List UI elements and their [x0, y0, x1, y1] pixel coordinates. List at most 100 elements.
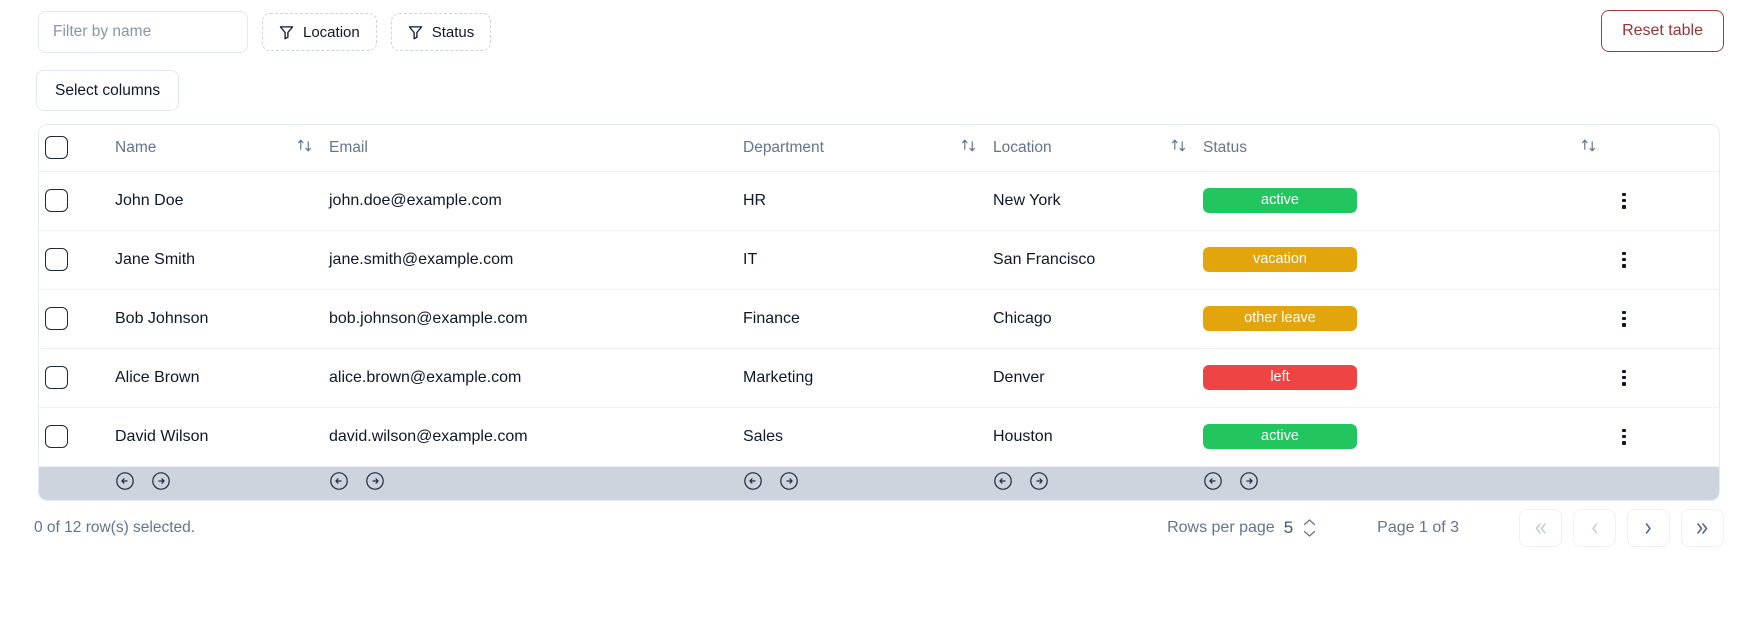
- reset-table-button[interactable]: Reset table: [1601, 10, 1724, 52]
- cell-text: Alice Brown: [115, 369, 329, 387]
- table-row: Alice Brownalice.brown@example.comMarket…: [39, 348, 1720, 407]
- move-right-icon[interactable]: [365, 471, 385, 496]
- cell-department: Marketing: [743, 348, 993, 407]
- row-actions-menu-icon[interactable]: [1613, 367, 1635, 389]
- cell-text: Sales: [743, 428, 993, 446]
- column-header-label: Department: [743, 139, 824, 157]
- row-checkbox[interactable]: [45, 189, 68, 212]
- cell-location: San Francisco: [993, 230, 1203, 289]
- row-select-cell: [39, 348, 115, 407]
- data-table-page: Location Status Reset table Select colum…: [0, 0, 1758, 632]
- cell-name: Bob Johnson: [115, 289, 329, 348]
- last-page-button[interactable]: [1681, 509, 1724, 547]
- column-header-location[interactable]: Location: [993, 125, 1203, 171]
- row-checkbox[interactable]: [45, 307, 68, 330]
- cell-text: Jane Smith: [115, 251, 329, 269]
- chevron-down-icon: [1302, 529, 1317, 538]
- cell-status: other leave: [1203, 289, 1613, 348]
- select-all-checkbox[interactable]: [45, 136, 68, 159]
- status-badge: other leave: [1203, 306, 1357, 331]
- double-chevron-right-icon: [1694, 520, 1711, 537]
- column-reorder-strip: [39, 466, 1720, 500]
- cell-text: john.doe@example.com: [329, 192, 743, 210]
- row-actions-menu-icon[interactable]: [1613, 249, 1635, 271]
- move-left-icon[interactable]: [115, 471, 135, 496]
- status-filter-label: Status: [432, 24, 475, 41]
- mover-cell-status: [1203, 466, 1613, 500]
- cell-name: Jane Smith: [115, 230, 329, 289]
- move-right-icon[interactable]: [1239, 471, 1259, 496]
- sort-icon[interactable]: [1170, 137, 1187, 159]
- data-table: Name Email Department: [38, 124, 1720, 501]
- mover-cell-email: [329, 466, 743, 500]
- move-left-icon[interactable]: [1203, 471, 1223, 496]
- status-badge: left: [1203, 365, 1357, 390]
- cell-name: Alice Brown: [115, 348, 329, 407]
- column-header-name[interactable]: Name: [115, 125, 329, 171]
- cell-name: David Wilson: [115, 407, 329, 466]
- cell-text: jane.smith@example.com: [329, 251, 743, 269]
- cell-row-actions: [1613, 171, 1720, 230]
- funnel-icon: [279, 25, 294, 40]
- move-left-icon[interactable]: [743, 471, 763, 496]
- cell-text: San Francisco: [993, 251, 1203, 269]
- cell-row-actions: [1613, 407, 1720, 466]
- move-right-icon[interactable]: [779, 471, 799, 496]
- next-page-button[interactable]: [1627, 509, 1670, 547]
- move-right-icon[interactable]: [1029, 471, 1049, 496]
- row-checkbox[interactable]: [45, 248, 68, 271]
- cell-department: IT: [743, 230, 993, 289]
- filter-by-name-input[interactable]: [38, 11, 248, 53]
- column-header-label: Status: [1203, 139, 1247, 157]
- previous-page-button[interactable]: [1573, 509, 1616, 547]
- cell-department: HR: [743, 171, 993, 230]
- cell-text: Bob Johnson: [115, 310, 329, 328]
- cell-status: left: [1203, 348, 1613, 407]
- mover-cell-name: [115, 466, 329, 500]
- pagination-controls: [1519, 509, 1724, 547]
- cell-row-actions: [1613, 289, 1720, 348]
- row-checkbox[interactable]: [45, 425, 68, 448]
- cell-status: active: [1203, 171, 1613, 230]
- chevron-right-icon: [1640, 520, 1657, 537]
- location-filter-label: Location: [303, 24, 360, 41]
- row-select-cell: [39, 171, 115, 230]
- cell-email: david.wilson@example.com: [329, 407, 743, 466]
- row-checkbox[interactable]: [45, 366, 68, 389]
- cell-text: IT: [743, 251, 993, 269]
- table-header: Name Email Department: [39, 125, 1720, 171]
- table-row: David Wilsondavid.wilson@example.comSale…: [39, 407, 1720, 466]
- move-left-icon[interactable]: [329, 471, 349, 496]
- cell-department: Sales: [743, 407, 993, 466]
- mover-cell-department: [743, 466, 993, 500]
- double-chevron-left-icon: [1532, 520, 1549, 537]
- toolbar: Location Status: [38, 11, 1720, 53]
- row-actions-menu-icon[interactable]: [1613, 426, 1635, 448]
- column-header-email[interactable]: Email: [329, 125, 743, 171]
- column-header-label: Location: [993, 139, 1052, 157]
- column-header-status[interactable]: Status: [1203, 125, 1613, 171]
- status-badge: active: [1203, 424, 1357, 449]
- sort-icon[interactable]: [960, 137, 977, 159]
- table-row: Jane Smithjane.smith@example.comITSan Fr…: [39, 230, 1720, 289]
- select-all-header: [39, 125, 115, 171]
- row-actions-menu-icon[interactable]: [1613, 308, 1635, 330]
- status-filter-button[interactable]: Status: [391, 13, 492, 51]
- rows-per-page-stepper[interactable]: [1302, 518, 1317, 538]
- sort-icon[interactable]: [296, 137, 313, 159]
- table-row: John Doejohn.doe@example.comHRNew Yorkac…: [39, 171, 1720, 230]
- sort-icon[interactable]: [1580, 137, 1597, 159]
- first-page-button[interactable]: [1519, 509, 1562, 547]
- move-left-icon[interactable]: [993, 471, 1013, 496]
- cell-row-actions: [1613, 230, 1720, 289]
- select-columns-button[interactable]: Select columns: [36, 70, 179, 111]
- cell-text: Marketing: [743, 369, 993, 387]
- rows-per-page-control[interactable]: Rows per page 5: [1167, 518, 1317, 538]
- column-header-department[interactable]: Department: [743, 125, 993, 171]
- cell-email: alice.brown@example.com: [329, 348, 743, 407]
- location-filter-button[interactable]: Location: [262, 13, 377, 51]
- cell-text: HR: [743, 192, 993, 210]
- row-actions-menu-icon[interactable]: [1613, 190, 1635, 212]
- move-right-icon[interactable]: [151, 471, 171, 496]
- cell-name: John Doe: [115, 171, 329, 230]
